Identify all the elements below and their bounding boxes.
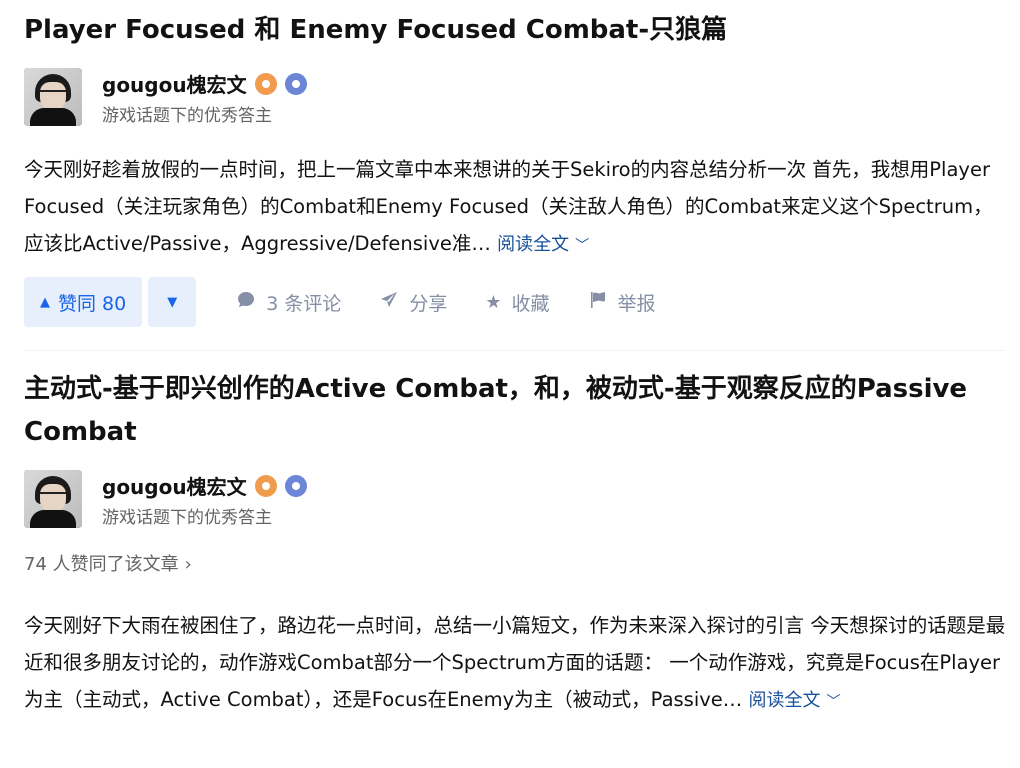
article-title[interactable]: Player Focused 和 Enemy Focused Combat-只狼… [24,9,1006,52]
report-label: 举报 [617,292,656,315]
chevron-down-icon: ﹀ [826,694,841,710]
read-more-label: 阅读全文 [748,690,821,711]
excerpt-text: 今天刚好下大雨在被困住了，路边花一点时间，总结一小篇短文，作为未来深入探讨的引言… [24,614,1006,711]
author-name[interactable]: gougou槐宏文 [102,471,247,500]
verified-badge-icon[interactable] [284,72,307,95]
author-row: gougou槐宏文 游戏话题下的优秀答主 [24,68,1006,126]
favorite-button[interactable]: ★ 收藏 [485,289,549,316]
article-title[interactable]: 主动式-基于即兴创作的Active Combat，和，被动式-基于观察反应的Pa… [24,368,1006,454]
triangle-up-icon: ▲ [40,294,50,310]
author-info: gougou槐宏文 游戏话题下的优秀答主 [102,471,307,528]
excellent-answerer-badge-icon[interactable] [254,474,277,497]
read-more-link[interactable]: 阅读全文 ﹀ [497,234,589,255]
report-button[interactable]: 举报 [588,289,656,316]
paper-plane-icon [379,290,399,315]
flag-icon [588,290,608,315]
author-row: gougou槐宏文 游戏话题下的优秀答主 [24,470,1006,528]
avatar[interactable] [24,470,82,528]
chevron-right-icon: › [184,554,192,575]
author-description: 游戏话题下的优秀答主 [102,105,272,126]
likes-summary-label: 74 人赞同了该文章 [24,554,179,575]
triangle-down-icon: ▼ [167,294,178,310]
comment-count-label: 3 条评论 [266,292,342,315]
author-name[interactable]: gougou槐宏文 [102,69,247,98]
read-more-link[interactable]: 阅读全文 ﹀ [749,690,841,711]
chevron-down-icon: ﹀ [575,238,590,254]
share-label: 分享 [409,292,448,315]
favorite-label: 收藏 [511,292,550,315]
author-info: gougou槐宏文 游戏话题下的优秀答主 [102,69,307,126]
comment-button[interactable]: 3 条评论 [236,289,341,316]
article-excerpt[interactable]: 今天刚好下大雨在被困住了，路边花一点时间，总结一小篇短文，作为未来深入探讨的引言… [24,607,1006,721]
vote-up-label: 赞同 80 [58,292,127,315]
avatar[interactable] [24,68,82,126]
comment-bubble-icon [236,290,256,315]
verified-badge-icon[interactable] [284,474,307,497]
action-bar: ▲ 赞同 80 ▼ 3 条评论 分享 ★ 收藏 举报 [24,277,1006,327]
author-description: 游戏话题下的优秀答主 [102,507,272,528]
article-card: Player Focused 和 Enemy Focused Combat-只狼… [24,0,1006,327]
likes-summary-link[interactable]: 74 人赞同了该文章 › [24,550,1006,576]
share-button[interactable]: 分享 [379,289,447,316]
vote-up-button[interactable]: ▲ 赞同 80 [24,277,143,327]
star-icon: ★ [485,291,502,313]
article-excerpt[interactable]: 今天刚好趁着放假的一点时间，把上一篇文章中本来想讲的关于Sekiro的内容总结分… [24,151,1006,265]
excellent-answerer-badge-icon[interactable] [254,72,277,95]
vote-down-button[interactable]: ▼ [148,277,197,327]
read-more-label: 阅读全文 [497,234,570,255]
article-card: 主动式-基于即兴创作的Active Combat，和，被动式-基于观察反应的Pa… [24,350,1006,721]
